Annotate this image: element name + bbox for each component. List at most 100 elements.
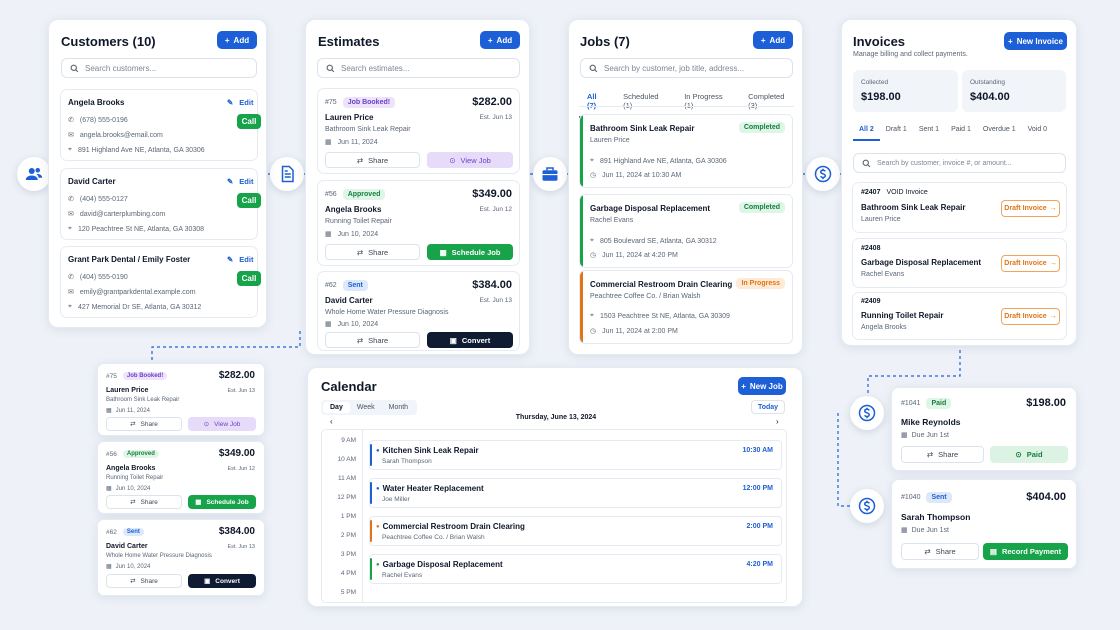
dollar-flow-icon-3	[850, 489, 884, 523]
view-month[interactable]: Month	[382, 402, 415, 413]
share-button[interactable]: ⇄ Share	[106, 574, 182, 588]
estimate-amount: $349.00	[472, 188, 512, 200]
payment-card[interactable]: #1040 Sent $404.00 Sarah Thompson ▦ Due Ju…	[891, 479, 1077, 569]
schedule-job-button[interactable]: ▦ Schedule Job	[188, 495, 256, 509]
new-job-button[interactable]: + New Job	[738, 377, 786, 395]
dollar-flow-icon	[806, 157, 840, 191]
event-time: 4:20 PM	[746, 561, 773, 568]
status-badge: Approved	[342, 189, 386, 200]
paid-button[interactable]: ⊙ Paid	[990, 446, 1068, 463]
status-badge: Approved	[122, 450, 159, 458]
edit-button[interactable]: ✎ Edit	[227, 98, 253, 107]
job-card[interactable]: Garbage Disposal Replacement Completed R…	[579, 194, 793, 268]
convert-button[interactable]: ▣ Convert	[427, 332, 513, 348]
share-button[interactable]: ⇄ Share	[325, 244, 420, 260]
view-week[interactable]: Week	[350, 402, 382, 413]
calendar-grid: 9 AM 10 AM 11 AM 12 PM 1 PM 2 PM 3 PM 4 …	[321, 429, 787, 603]
job-card[interactable]: Bathroom Sink Leak Repair Completed Laur…	[579, 114, 793, 188]
job-card[interactable]: Commercial Restroom Drain Clearing In Pr…	[579, 270, 793, 344]
mini-estimate-card[interactable]: #56 Approved $349.00 Angela Brooks Est. J…	[97, 441, 265, 514]
customer-email: emily@grantparkdental.example.com	[79, 288, 196, 296]
panel-title: Invoices	[853, 34, 906, 49]
tab-paid[interactable]: Paid 1	[945, 126, 977, 141]
view-job-button[interactable]: ⊙ View Job	[188, 417, 256, 431]
tab-void[interactable]: Void 0	[1022, 126, 1053, 141]
customer-card[interactable]: Angela Brooks ✎ Edit Call ✆ (678) 555-0196…	[60, 89, 261, 161]
search-jobs-input[interactable]: Search by customer, job title, address..…	[580, 58, 793, 78]
invoice-number: #2409	[861, 298, 881, 305]
search-invoices-input[interactable]: Search by customer, invoice #, or amount…	[853, 153, 1066, 173]
share-button[interactable]: ⇄ Share	[325, 332, 420, 348]
search-customers-input[interactable]: Search customers...	[61, 58, 257, 78]
estimate-date: Est. Jun 13	[227, 388, 255, 394]
dollar-flow-icon-2	[850, 396, 884, 430]
share-button[interactable]: ⇄ Share	[901, 446, 984, 463]
call-button[interactable]: Call	[237, 271, 261, 286]
convert-button[interactable]: ▣ Convert	[188, 574, 256, 588]
new-invoice-button[interactable]: + New Invoice	[1004, 32, 1067, 50]
calendar-event[interactable]: ● Garbage Disposal Replacement Rachel Eva…	[369, 554, 782, 584]
customer-card[interactable]: David Carter ✎ Edit Call ✆ (404) 555-0127 …	[60, 168, 261, 240]
draft-invoice-button[interactable]: Draft Invoice →	[1001, 200, 1060, 217]
edit-button[interactable]: ✎ Edit	[227, 255, 253, 264]
schedule-job-button[interactable]: ▦ Schedule Job	[427, 244, 513, 260]
plus-icon: +	[760, 35, 766, 45]
hour-label: 1 PM	[340, 513, 356, 520]
record-payment-button[interactable]: ▤ Record Payment	[983, 543, 1068, 560]
arrow-right-icon: →	[1049, 260, 1057, 267]
edit-button[interactable]: ✎ Edit	[227, 177, 253, 186]
estimate-date: Est. Jun 13	[227, 544, 255, 550]
location-icon: ⌖	[590, 312, 594, 319]
share-button[interactable]: ⇄ Share	[325, 152, 420, 168]
add-job-button[interactable]: + Add	[753, 31, 793, 49]
tab-sent[interactable]: Sent 1	[913, 126, 945, 141]
invoice-card[interactable]: #2408 Garbage Disposal Replacement Rache…	[852, 238, 1067, 288]
mini-estimate-card[interactable]: #62 Sent $384.00 David Carter Est. Jun 13…	[97, 519, 265, 596]
calendar-icon: ▦	[106, 486, 112, 492]
tab-overdue[interactable]: Overdue 1	[977, 126, 1022, 141]
phone-icon: ✆	[68, 117, 74, 124]
mini-estimate-card[interactable]: #75 Job Booked! $282.00 Lauren Price Est.…	[97, 363, 265, 436]
job-title: Running Toilet Repair	[106, 475, 164, 481]
add-estimate-button[interactable]: + Add	[480, 31, 520, 49]
share-button[interactable]: ⇄ Share	[901, 543, 979, 560]
calendar-event[interactable]: ● Commercial Restroom Drain Clearing Peac…	[369, 516, 782, 546]
estimate-card[interactable]: #56 Approved $349.00 Angela Brooks Est. J…	[317, 180, 520, 266]
draft-invoice-button[interactable]: Draft Invoice →	[1001, 308, 1060, 325]
estimate-card[interactable]: #62 Sent $384.00 David Carter Est. Jun 13…	[317, 271, 520, 351]
today-button[interactable]: Today	[751, 400, 785, 414]
invoice-card[interactable]: #2407 VOID Invoice Bathroom Sink Leak Rep…	[852, 182, 1067, 233]
job-title: Commercial Restroom Drain Clearing	[590, 280, 733, 289]
invoice-job: Garbage Disposal Replacement	[861, 258, 982, 267]
divider	[579, 106, 794, 107]
search-icon	[589, 64, 598, 72]
mail-icon: ✉	[68, 211, 74, 218]
calendar-event[interactable]: ● Kitchen Sink Leak Repair Sarah Thompson…	[369, 440, 782, 470]
share-button[interactable]: ⇄ Share	[106, 417, 182, 431]
call-button[interactable]: Call	[237, 193, 261, 208]
check-circle-icon: ⊙	[203, 421, 210, 428]
status-badge: Sent	[342, 280, 368, 291]
add-customer-button[interactable]: + Add	[217, 31, 257, 49]
calendar-icon: ▦	[106, 408, 112, 414]
event-dot-icon: ●	[376, 485, 380, 492]
calendar-event[interactable]: ● Water Heater Replacement Joe Miller 12:…	[369, 478, 782, 508]
payment-card[interactable]: #1041 Paid $198.00 Mike Reynolds ▦ Due Jun…	[891, 387, 1077, 471]
tab-draft[interactable]: Draft 1	[880, 126, 913, 141]
draft-invoice-button[interactable]: Draft Invoice →	[1001, 255, 1060, 272]
invoices-panel: Invoices Manage billing and collect paym…	[841, 19, 1077, 346]
estimate-card[interactable]: #75 Job Booked! $282.00 Lauren Price Est.…	[317, 88, 520, 174]
customer-card[interactable]: Grant Park Dental / Emily Foster ✎ Edit C…	[60, 246, 261, 318]
view-job-button[interactable]: ⊙ View Job	[427, 152, 513, 168]
next-day-button[interactable]: ›	[776, 417, 779, 426]
clock-icon: ◷	[590, 172, 597, 179]
share-button[interactable]: ⇄ Share	[106, 495, 182, 509]
view-day[interactable]: Day	[323, 402, 350, 413]
event-customer: Peachtree Coffee Co. / Brian Walsh	[382, 534, 485, 541]
job-title: Running Toilet Repair	[325, 218, 392, 225]
invoice-card[interactable]: #2409 Running Toilet Repair Angela Brook…	[852, 292, 1067, 340]
search-estimates-input[interactable]: Search estimates...	[317, 58, 520, 78]
call-button[interactable]: Call	[237, 114, 261, 129]
tab-all[interactable]: All 2	[853, 126, 880, 141]
panel-title: Jobs (7)	[580, 34, 630, 49]
